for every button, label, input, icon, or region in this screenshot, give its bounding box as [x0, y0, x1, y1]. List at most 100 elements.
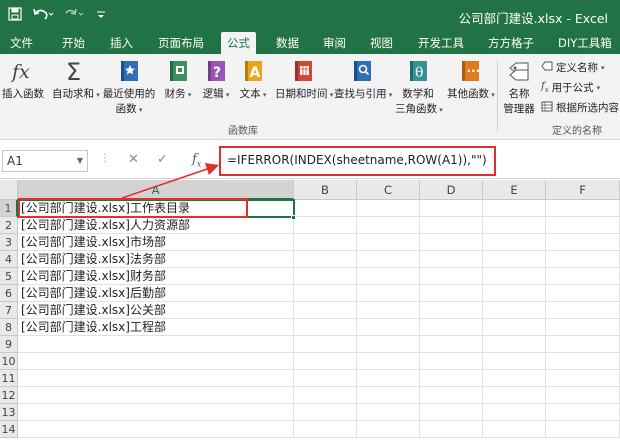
math-trig-button[interactable]: θ 数学和 三角函数 ▾	[395, 58, 443, 116]
cell-b5[interactable]	[294, 268, 357, 285]
cell-d1[interactable]	[420, 200, 483, 217]
date-time-button[interactable]: 日期和时间 ▾	[275, 58, 333, 101]
row-header-14[interactable]: 14	[0, 421, 18, 438]
cell-e1[interactable]	[483, 200, 546, 217]
cell-b3[interactable]	[294, 234, 357, 251]
column-header-c[interactable]: C	[357, 180, 420, 200]
select-all-corner[interactable]	[0, 180, 18, 200]
cell-a11[interactable]	[18, 370, 294, 387]
column-header-f[interactable]: F	[546, 180, 620, 200]
cell-c8[interactable]	[357, 319, 420, 336]
cell-d12[interactable]	[420, 387, 483, 404]
column-header-d[interactable]: D	[420, 180, 483, 200]
cell-c6[interactable]	[357, 285, 420, 302]
cell-c12[interactable]	[357, 387, 420, 404]
cell-b11[interactable]	[294, 370, 357, 387]
cell-a10[interactable]	[18, 353, 294, 370]
cell-b6[interactable]	[294, 285, 357, 302]
cell-e4[interactable]	[483, 251, 546, 268]
name-manager-button[interactable]: 名称 管理器	[500, 58, 538, 116]
cell-f1[interactable]	[546, 200, 620, 217]
cell-e5[interactable]	[483, 268, 546, 285]
cell-d6[interactable]	[420, 285, 483, 302]
cell-a14[interactable]	[18, 421, 294, 438]
cell-b4[interactable]	[294, 251, 357, 268]
row-header-6[interactable]: 6	[0, 285, 18, 302]
cell-d10[interactable]	[420, 353, 483, 370]
cell-d4[interactable]	[420, 251, 483, 268]
tab-view[interactable]: 视图	[370, 32, 393, 54]
cell-e3[interactable]	[483, 234, 546, 251]
define-name-button[interactable]: 定义名称 ▾	[541, 60, 605, 75]
row-header-1[interactable]: 1	[0, 200, 18, 217]
tab-insert[interactable]: 插入	[110, 32, 133, 54]
cell-a12[interactable]	[18, 387, 294, 404]
enter-check-icon[interactable]: ✓	[157, 152, 168, 167]
cell-d5[interactable]	[420, 268, 483, 285]
cell-f9[interactable]	[546, 336, 620, 353]
cell-f5[interactable]	[546, 268, 620, 285]
cell-a4[interactable]: [公司部门建设.xlsx]法务部	[18, 251, 294, 268]
cell-a2[interactable]: [公司部门建设.xlsx]人力资源部	[18, 217, 294, 234]
save-icon[interactable]	[8, 7, 22, 25]
text-button[interactable]: A 文本 ▾	[238, 58, 268, 101]
cell-b8[interactable]	[294, 319, 357, 336]
cell-e13[interactable]	[483, 404, 546, 421]
cell-c13[interactable]	[357, 404, 420, 421]
customize-qat-icon[interactable]	[96, 7, 106, 25]
create-from-selection-button[interactable]: 根据所选内容	[541, 100, 619, 115]
insert-function-fx-icon[interactable]: fx	[192, 152, 201, 169]
cell-c1[interactable]	[357, 200, 420, 217]
name-box[interactable]: A1 ▼	[2, 150, 88, 172]
row-header-10[interactable]: 10	[0, 353, 18, 370]
tab-diy-toolbox[interactable]: DIY工具箱	[558, 32, 612, 54]
cell-e14[interactable]	[483, 421, 546, 438]
row-header-11[interactable]: 11	[0, 370, 18, 387]
cell-d13[interactable]	[420, 404, 483, 421]
use-in-formula-button[interactable]: fx 用于公式 ▾	[541, 80, 600, 95]
cell-c10[interactable]	[357, 353, 420, 370]
cell-e8[interactable]	[483, 319, 546, 336]
cell-c9[interactable]	[357, 336, 420, 353]
cell-f14[interactable]	[546, 421, 620, 438]
cell-c5[interactable]	[357, 268, 420, 285]
financial-button[interactable]: 财务 ▾	[163, 58, 193, 101]
cell-a9[interactable]	[18, 336, 294, 353]
tab-file[interactable]: 文件	[10, 32, 33, 54]
cell-a8[interactable]: [公司部门建设.xlsx]工程部	[18, 319, 294, 336]
cell-e10[interactable]	[483, 353, 546, 370]
cell-c7[interactable]	[357, 302, 420, 319]
row-header-2[interactable]: 2	[0, 217, 18, 234]
row-header-5[interactable]: 5	[0, 268, 18, 285]
cell-f7[interactable]	[546, 302, 620, 319]
row-header-8[interactable]: 8	[0, 319, 18, 336]
logical-button[interactable]: ? 逻辑 ▾	[201, 58, 231, 101]
worksheet-grid[interactable]: A B C D E F 1 [公司部门建设.xlsx]工作表目录 2 [公司部门建设.…	[0, 180, 620, 443]
formula-input[interactable]: =IFERROR(INDEX(sheetname,ROW(A1)),"")	[221, 148, 494, 174]
cell-c3[interactable]	[357, 234, 420, 251]
cell-f2[interactable]	[546, 217, 620, 234]
row-header-12[interactable]: 12	[0, 387, 18, 404]
cell-f13[interactable]	[546, 404, 620, 421]
chevron-down-icon[interactable]: ▼	[77, 151, 83, 171]
cell-f4[interactable]	[546, 251, 620, 268]
cell-b2[interactable]	[294, 217, 357, 234]
cell-f3[interactable]	[546, 234, 620, 251]
column-header-b[interactable]: B	[294, 180, 357, 200]
cell-c14[interactable]	[357, 421, 420, 438]
cell-f12[interactable]	[546, 387, 620, 404]
cell-d9[interactable]	[420, 336, 483, 353]
cell-c4[interactable]	[357, 251, 420, 268]
cell-f10[interactable]	[546, 353, 620, 370]
cell-a7[interactable]: [公司部门建设.xlsx]公关部	[18, 302, 294, 319]
cell-b1[interactable]	[294, 200, 357, 217]
cell-b14[interactable]	[294, 421, 357, 438]
lookup-reference-button[interactable]: 查找与引用 ▾	[334, 58, 392, 101]
cell-c11[interactable]	[357, 370, 420, 387]
autosum-button[interactable]: Σ 自动求和 ▾	[52, 58, 100, 101]
cell-e9[interactable]	[483, 336, 546, 353]
cell-e11[interactable]	[483, 370, 546, 387]
cell-e12[interactable]	[483, 387, 546, 404]
cancel-icon[interactable]: ✕	[128, 152, 139, 167]
cell-e6[interactable]	[483, 285, 546, 302]
